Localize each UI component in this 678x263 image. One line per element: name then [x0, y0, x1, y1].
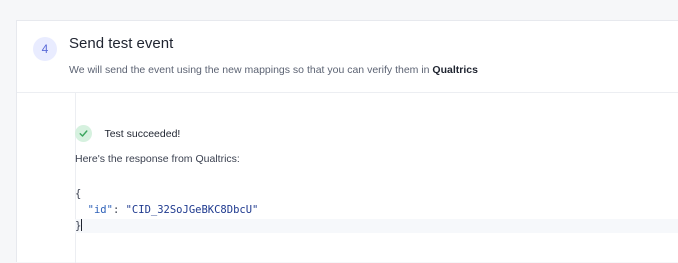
step-body: Test succeeded! Here's the response from… [17, 93, 678, 263]
step-number-badge: 4 [33, 37, 57, 61]
code-key: "id" [87, 204, 113, 216]
destination-name: Qualtrics [432, 64, 478, 76]
step-title: Send test event [69, 35, 174, 52]
check-icon [75, 125, 92, 143]
response-code-editor[interactable]: { "id": "CID_32SoJGeBKC8DbcU" } [75, 181, 678, 243]
code-line-3: } [75, 219, 678, 233]
test-status: Test succeeded! [75, 125, 180, 143]
send-test-event-card: 4 Send test event We will send the event… [16, 20, 678, 263]
test-status-text: Test succeeded! [104, 127, 181, 140]
code-value: "CID_32SoJGeBKC8DbcU" [125, 204, 259, 216]
step-description: We will send the event using the new map… [69, 64, 478, 76]
code-separator: : [112, 204, 126, 216]
response-label: Here's the response from Qualtrics: [75, 153, 240, 165]
text-cursor [81, 219, 83, 231]
code-line-1: { [75, 187, 678, 201]
code-line-2: "id": "CID_32SoJGeBKC8DbcU" [75, 203, 678, 217]
step-description-text: We will send the event using the new map… [69, 64, 433, 76]
step-header: 4 Send test event We will send the event… [17, 21, 678, 93]
code-open-brace: { [75, 188, 82, 200]
